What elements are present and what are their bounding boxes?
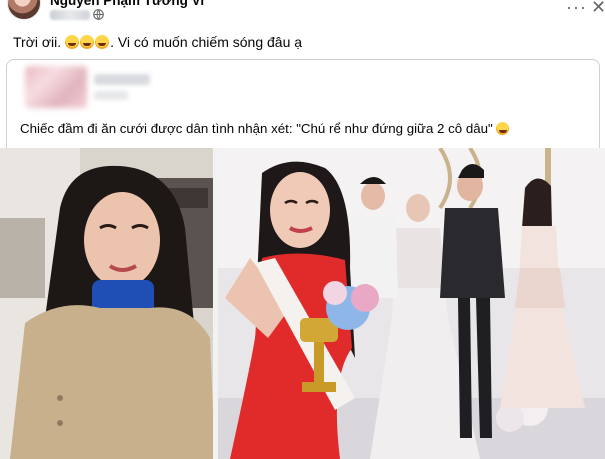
smiling-emoji — [496, 122, 510, 135]
caption-text: Chiếc đầm đi ăn cưới được dân tình nhận … — [20, 121, 493, 136]
shared-post-caption: Chiếc đầm đi ăn cưới được dân tình nhận … — [20, 121, 510, 136]
post-timestamp-blurred[interactable] — [50, 10, 90, 20]
shared-post-photo[interactable] — [0, 148, 605, 459]
grinning-sweat-emoji — [80, 35, 95, 49]
shared-post-meta-blurred — [94, 91, 128, 100]
grinning-sweat-emoji — [65, 35, 80, 49]
more-dots-icon[interactable]: ··· — [566, 0, 587, 16]
post-text: Trời ơii. . Vi có muốn chiếm sóng đâu ạ — [13, 34, 302, 50]
author-avatar[interactable] — [7, 0, 41, 20]
post-text-main: Trời ơii. — [13, 34, 62, 50]
author-name[interactable]: Nguyễn Phạm Tường Vi — [50, 0, 204, 8]
globe-icon — [93, 9, 104, 20]
shared-post-avatar-blurred[interactable] — [25, 66, 87, 108]
photo-collage-illustration — [0, 148, 605, 459]
post-text-tail: . Vi có muốn chiếm sóng đâu ạ — [110, 34, 303, 50]
close-icon[interactable]: ✕ — [591, 0, 605, 16]
grinning-sweat-emoji — [95, 35, 110, 49]
shared-post-author-blurred[interactable] — [94, 74, 150, 85]
